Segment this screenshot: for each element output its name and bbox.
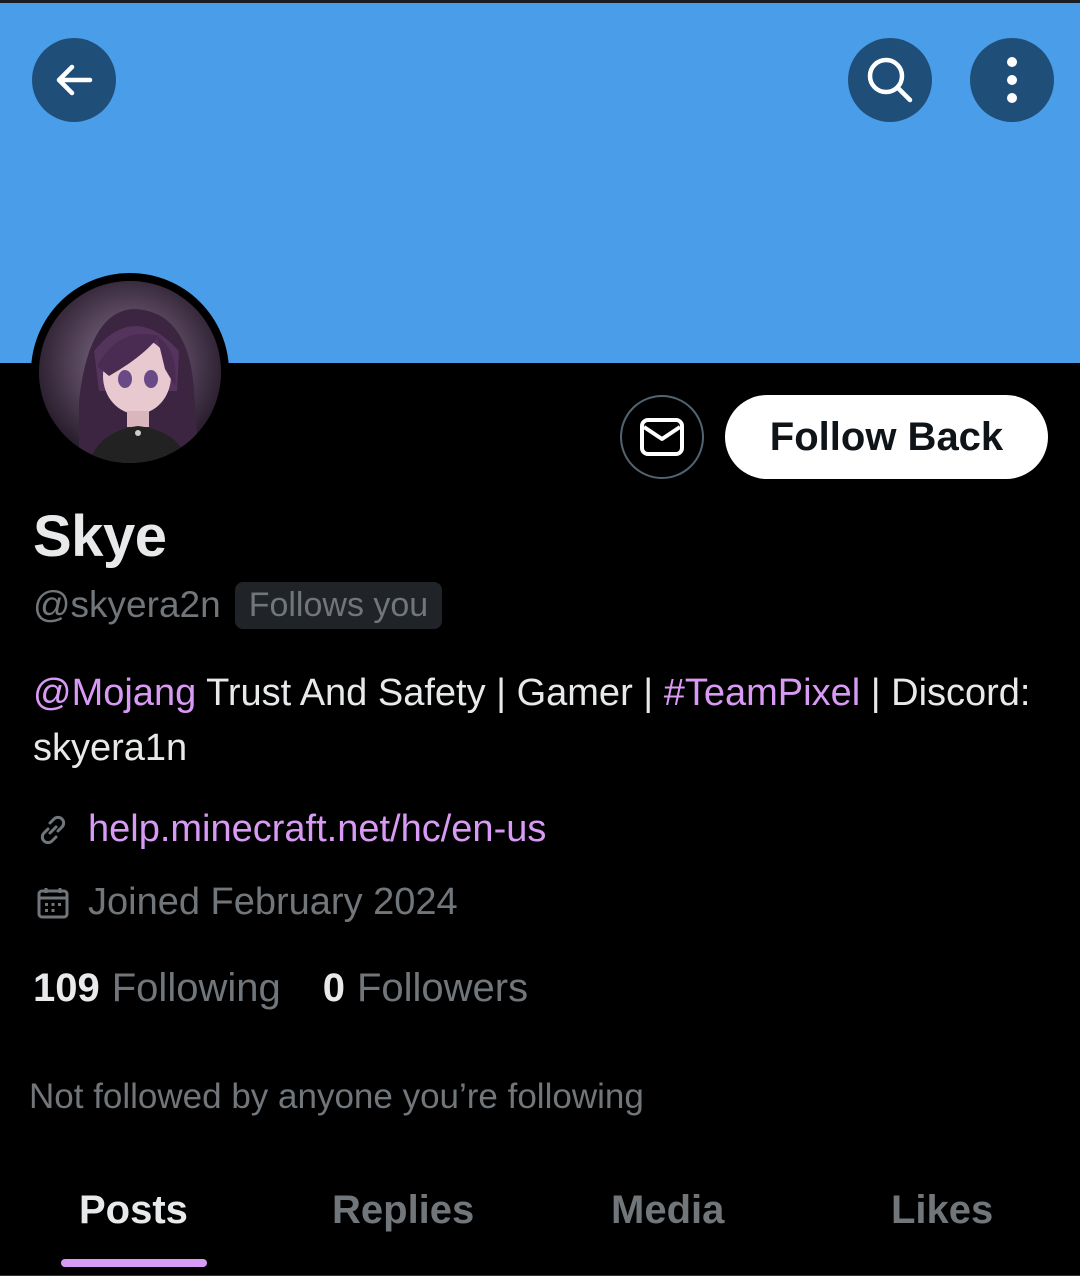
tab-posts[interactable]: Posts [79, 1188, 188, 1233]
joined-date: Joined February 2024 [88, 881, 458, 923]
followers-label: Followers [356, 966, 529, 1010]
follow-stats: 109 Following 0 Followers [33, 966, 528, 1011]
tab-likes[interactable]: Likes [891, 1188, 993, 1233]
profile-screen: Follow Back Skye @skyera2n Follows you @… [0, 0, 1080, 1276]
tab-replies[interactable]: Replies [332, 1188, 474, 1233]
profile-name: Skye [33, 504, 167, 569]
bio-mention-link[interactable]: @Mojang [33, 672, 196, 714]
avatar[interactable] [31, 273, 229, 471]
follows-you-badge: Follows you [234, 581, 443, 629]
followers-stat[interactable]: 0 Followers [323, 966, 528, 1011]
following-label: Following [111, 966, 281, 1010]
profile-handle: @skyera2n [33, 584, 221, 625]
back-button[interactable] [32, 38, 116, 122]
website-row: help.minecraft.net/hc/en-us [33, 808, 546, 851]
active-tab-indicator [61, 1259, 207, 1267]
website-link[interactable]: help.minecraft.net/hc/en-us [88, 808, 546, 851]
avatar-image [39, 281, 221, 463]
follow-back-button[interactable]: Follow Back [725, 395, 1048, 479]
followers-count: 0 [322, 966, 345, 1010]
arrow-left-icon [56, 64, 93, 96]
mail-icon [640, 418, 684, 456]
mutual-followers-text: Not followed by anyone you’re following [29, 1077, 644, 1116]
tab-media[interactable]: Media [611, 1188, 724, 1233]
joined-row: Joined February 2024 [33, 881, 458, 924]
following-count: 109 [33, 966, 100, 1010]
search-icon [867, 57, 913, 103]
bio-hashtag-link[interactable]: #TeamPixel [664, 672, 860, 714]
link-icon [33, 810, 73, 850]
profile-tabs: Posts Replies Media Likes [0, 1170, 1080, 1276]
more-options-button[interactable] [970, 38, 1054, 122]
message-button[interactable] [620, 395, 704, 479]
calendar-icon [33, 883, 73, 923]
bio-text: Trust And Safety | Gamer | [196, 672, 664, 714]
handle-row: @skyera2n Follows you [33, 580, 443, 630]
profile-bio: @Mojang Trust And Safety | Gamer | #Team… [33, 666, 1043, 776]
more-vertical-icon [1007, 57, 1017, 103]
search-button[interactable] [848, 38, 932, 122]
following-stat[interactable]: 109 Following [33, 966, 281, 1011]
